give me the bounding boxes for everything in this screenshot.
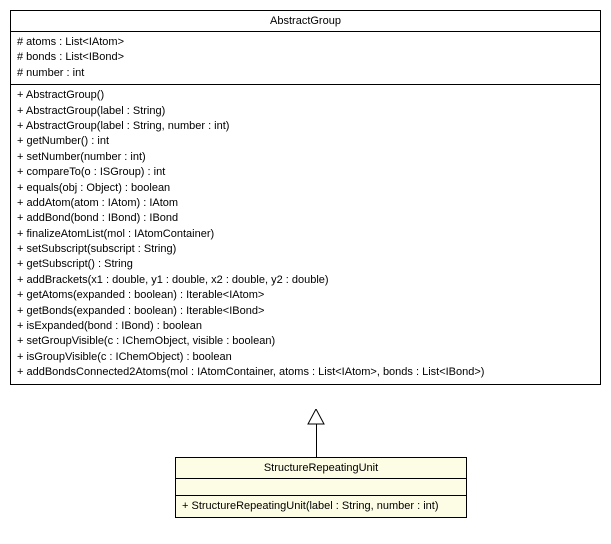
fields-section <box>176 479 466 496</box>
method-row: + equals(obj : Object) : boolean <box>17 181 594 196</box>
method-row: + setSubscript(subscript : String) <box>17 242 594 257</box>
method-row: + addBondsConnected2Atoms(mol : IAtomCon… <box>17 365 594 380</box>
class-structure-repeating-unit: StructureRepeatingUnit + StructureRepeat… <box>175 457 467 518</box>
field-row: # atoms : List<IAtom> <box>17 35 594 50</box>
method-row: + compareTo(o : ISGroup) : int <box>17 165 594 180</box>
method-row: + isExpanded(bond : IBond) : boolean <box>17 319 594 334</box>
field-row: # bonds : List<IBond> <box>17 50 594 65</box>
methods-section: + StructureRepeatingUnit(label : String,… <box>176 496 466 517</box>
uml-diagram: AbstractGroup # atoms : List<IAtom># bon… <box>10 10 601 534</box>
method-row: + addAtom(atom : IAtom) : IAtom <box>17 196 594 211</box>
method-row: + getNumber() : int <box>17 134 594 149</box>
method-row: + addBond(bond : IBond) : IBond <box>17 211 594 226</box>
method-row: + addBrackets(x1 : double, y1 : double, … <box>17 273 594 288</box>
method-row: + getBonds(expanded : boolean) : Iterabl… <box>17 304 594 319</box>
method-row: + AbstractGroup(label : String) <box>17 104 594 119</box>
method-row: + StructureRepeatingUnit(label : String,… <box>182 499 460 514</box>
methods-section: + AbstractGroup()+ AbstractGroup(label :… <box>11 85 600 383</box>
inheritance-connector <box>315 409 317 457</box>
method-row: + finalizeAtomList(mol : IAtomContainer) <box>17 227 594 242</box>
class-name: AbstractGroup <box>11 11 600 32</box>
class-abstract-group: AbstractGroup # atoms : List<IAtom># bon… <box>10 10 601 385</box>
method-row: + AbstractGroup(label : String, number :… <box>17 119 594 134</box>
method-row: + isGroupVisible(c : IChemObject) : bool… <box>17 350 594 365</box>
field-row: # number : int <box>17 66 594 81</box>
method-row: + setNumber(number : int) <box>17 150 594 165</box>
class-name: StructureRepeatingUnit <box>176 458 466 479</box>
method-row: + getSubscript() : String <box>17 257 594 272</box>
method-row: + getAtoms(expanded : boolean) : Iterabl… <box>17 288 594 303</box>
inheritance-arrow-icon <box>307 409 325 425</box>
method-row: + setGroupVisible(c : IChemObject, visib… <box>17 334 594 349</box>
method-row: + AbstractGroup() <box>17 88 594 103</box>
fields-section: # atoms : List<IAtom># bonds : List<IBon… <box>11 32 600 85</box>
